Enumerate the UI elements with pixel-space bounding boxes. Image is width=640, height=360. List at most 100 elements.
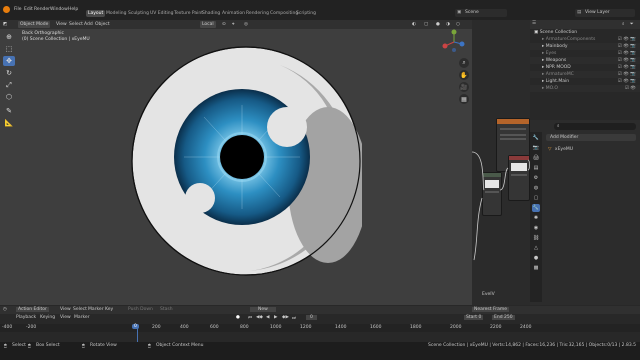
record-icon[interactable]: ● (236, 315, 240, 320)
list-item[interactable]: ▸ Weapons ☑ 👁 📷 (530, 57, 640, 64)
editor-type-icon[interactable]: ◷ (3, 307, 7, 312)
object-tab-icon[interactable]: ▢ (532, 194, 540, 202)
shading-material-icon[interactable]: ◑ (446, 21, 450, 28)
start-field[interactable]: Start 0 (464, 315, 484, 320)
tool-tab-icon[interactable]: 🔧 (532, 134, 540, 142)
view-menu[interactable]: View (60, 315, 71, 320)
move-tool-icon[interactable]: ✥ (3, 56, 15, 66)
marker-menu[interactable]: Marker (74, 315, 90, 320)
jump-end-icon[interactable]: ⏭ (292, 315, 296, 321)
xray-icon[interactable]: ▢ (424, 21, 428, 28)
shading-solid-icon[interactable]: ● (436, 21, 440, 28)
list-item[interactable]: ▸ Eyes ☑ 👁 📷 (530, 50, 640, 57)
material-tab-icon[interactable]: ● (532, 254, 540, 262)
data-tab-icon[interactable]: △ (532, 244, 540, 252)
view-layer-label: View Layer (585, 10, 610, 15)
navigation-gizmo[interactable] (440, 28, 468, 56)
menu-help[interactable]: Help (68, 7, 78, 13)
eye-model[interactable] (130, 45, 362, 277)
menu-view[interactable]: View (56, 21, 67, 28)
view-layer-tab-icon[interactable]: ▤ (532, 164, 540, 172)
list-item[interactable]: ▸ ArmatureMC ☑ 👁 📷 (530, 71, 640, 78)
list-item[interactable]: ▸ NPR MOOD ☑ 👁 📷 (530, 64, 640, 71)
rotate-tool-icon[interactable]: ↻ (3, 68, 15, 78)
push-down-button[interactable]: Push Down (128, 307, 153, 312)
list-item[interactable]: ▸ ArmatureComponents ☑ 👁 📷 (530, 36, 640, 43)
menu-file[interactable]: File (14, 7, 22, 13)
next-key-icon[interactable]: ◆▶ (282, 315, 289, 320)
menu-key[interactable]: Key (105, 307, 113, 312)
stash-button[interactable]: Stash (160, 307, 173, 312)
menu-edit[interactable]: Edit (24, 7, 33, 13)
view-layer-selector[interactable]: ▤ View Layer (575, 9, 635, 17)
properties-search[interactable]: ⌕ (554, 123, 636, 130)
end-field[interactable]: End 250 (492, 315, 515, 320)
output-tab-icon[interactable]: 🖨 (532, 154, 540, 162)
menu-marker[interactable]: Marker (88, 307, 104, 312)
current-frame-field[interactable]: 0 (306, 315, 317, 320)
scene-tab-icon[interactable]: ⚙ (532, 174, 540, 182)
outliner-root[interactable]: ▣ Scene Collection (530, 29, 640, 36)
menu-select[interactable]: Select (69, 21, 83, 28)
annotate-tool-icon[interactable]: ✎ (3, 106, 15, 116)
proportional-icon[interactable]: ◎ (244, 21, 248, 28)
texture-tab-icon[interactable]: ▩ (532, 264, 540, 272)
overlay-icon[interactable]: ◐ (412, 21, 416, 28)
frame-ruler[interactable]: -400 -200 0 200 400 600 800 1000 1200 14… (0, 324, 640, 332)
perspective-grid-icon[interactable]: ▦ (459, 94, 469, 104)
play-reverse-icon[interactable]: ◀ (266, 315, 269, 320)
editor-type-icon[interactable]: ◩ (3, 21, 7, 28)
tab-rendering[interactable]: Rendering (244, 10, 271, 17)
select-box-tool-icon[interactable]: ⬚ (3, 44, 15, 54)
node-editor-panel[interactable]: EveIV (472, 20, 530, 305)
keying-menu[interactable]: Keying (40, 315, 55, 320)
menu-render[interactable]: Render (34, 7, 50, 13)
action-editor-selector[interactable]: Action Editor (16, 307, 49, 312)
camera-icon[interactable]: 🎥 (459, 82, 469, 92)
measure-tool-icon[interactable]: 📐 (3, 118, 15, 128)
snap-icon[interactable]: ⌖ (232, 21, 235, 28)
add-modifier-button[interactable]: Add Modifier (546, 134, 636, 141)
nearest-frame-selector[interactable]: Nearest Frame (472, 307, 509, 312)
blender-logo-icon[interactable] (3, 6, 10, 13)
menu-object[interactable]: Object (95, 21, 110, 28)
tab-animation[interactable]: Animation (220, 10, 247, 17)
scale-tool-icon[interactable]: ⤢ (3, 80, 15, 90)
zoom-icon[interactable]: ⌕ (459, 58, 469, 68)
tab-layout[interactable]: Layout (86, 10, 106, 17)
pivot-icon[interactable]: ⊙ (222, 21, 226, 28)
shading-render-icon[interactable]: ○ (456, 21, 460, 28)
pan-hand-icon[interactable]: ✋ (459, 70, 469, 80)
play-icon[interactable]: ▶ (274, 315, 277, 320)
list-item[interactable]: ▸ Mainbody ☑ 👁 📷 (530, 43, 640, 50)
mode-selector[interactable]: Object Mode (18, 21, 51, 28)
menu-add[interactable]: Add (84, 21, 93, 28)
prev-key-icon[interactable]: ◀◆ (256, 315, 263, 320)
menu-select[interactable]: Select (73, 307, 87, 312)
transform-tool-icon[interactable]: ⬡ (3, 92, 15, 102)
particles-tab-icon[interactable]: ✺ (532, 214, 540, 222)
object-name-field[interactable]: ▽ xEyeMU (546, 146, 636, 153)
outliner-search-icon[interactable]: ⌕ (622, 21, 625, 27)
world-tab-icon[interactable]: ◍ (532, 184, 540, 192)
tab-scripting[interactable]: Scripting (294, 10, 318, 17)
tab-modeling[interactable]: Modeling (104, 10, 128, 17)
jump-start-icon[interactable]: ⏮ (248, 315, 252, 321)
render-tab-icon[interactable]: 📷 (532, 144, 540, 152)
modifier-tab-icon[interactable]: 🔧 (532, 204, 540, 212)
menu-window[interactable]: Window (50, 7, 68, 13)
playhead[interactable] (137, 324, 138, 342)
cursor-tool-icon[interactable]: ⊕ (3, 32, 15, 42)
list-item[interactable]: ▸ Light.Main ☑ 👁 📷 (530, 78, 640, 85)
filter-icon[interactable]: ⏷ (630, 21, 634, 27)
scene-selector[interactable]: ▣ Scene (455, 9, 507, 17)
constraints-tab-icon[interactable]: ⛓ (532, 234, 540, 242)
new-action-button[interactable]: New (250, 307, 276, 312)
physics-tab-icon[interactable]: ◉ (532, 224, 540, 232)
orientation-selector[interactable]: Local (200, 21, 216, 28)
list-item[interactable]: ▸ MO.O ☑ 👁 (530, 85, 640, 92)
outliner-editor-icon[interactable]: ☰ (532, 21, 536, 26)
playback-menu[interactable]: Playback (16, 315, 36, 320)
menu-view[interactable]: View (60, 307, 71, 312)
tab-shading[interactable]: Shading (200, 10, 222, 17)
